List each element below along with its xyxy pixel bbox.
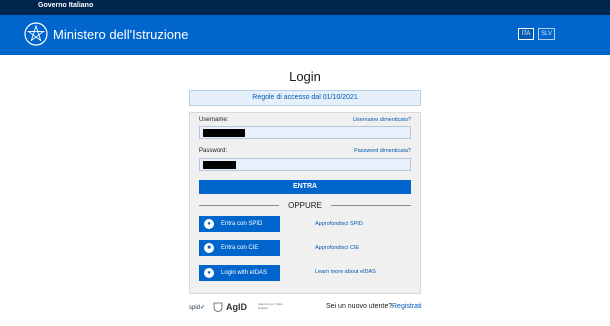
- language-ita-button[interactable]: ITA: [518, 28, 534, 40]
- oppure-label: OPPURE: [284, 201, 326, 210]
- eidas-icon: ●: [204, 268, 214, 278]
- oppure-separator: OPPURE: [0, 201, 610, 210]
- spid-button-label: Entra con SPID: [221, 221, 263, 227]
- password-redacted-value: [203, 161, 236, 169]
- spid-logo-text: spid: [189, 305, 201, 311]
- site-header: Ministero dell'Istruzione ITA SLV: [0, 15, 610, 55]
- agid-subtitle: Agenzia per l'Italia Digitale: [258, 302, 283, 310]
- agid-shield-icon: [213, 302, 223, 312]
- cie-info-link[interactable]: Approfondisci CIE: [315, 245, 359, 251]
- page-title: Login: [289, 69, 321, 84]
- spid-user-icon: ●: [204, 219, 214, 229]
- password-forgot-link[interactable]: Password dimenticata?: [311, 148, 411, 154]
- password-input[interactable]: [199, 158, 411, 171]
- spid-info-link[interactable]: Approfondisci SPID: [315, 221, 363, 227]
- eidas-info-link[interactable]: Learn more about eIDAS: [315, 269, 376, 275]
- cie-button-label: Entra con CIE: [221, 245, 259, 251]
- new-user-text: Sei un nuovo utente?: [326, 303, 393, 310]
- login-submit-button[interactable]: ENTRA: [199, 180, 411, 194]
- ministry-title[interactable]: Ministero dell'Istruzione: [53, 27, 188, 42]
- cie-login-button[interactable]: ■ Entra con CIE: [199, 240, 280, 256]
- language-slv-button[interactable]: SLV: [538, 28, 555, 40]
- eidas-button-label: Login with eIDAS: [221, 270, 268, 276]
- register-link[interactable]: Registrati: [392, 303, 422, 310]
- italian-republic-emblem-icon: [24, 22, 48, 46]
- username-redacted-value: [203, 129, 245, 137]
- spid-login-button[interactable]: ● Entra con SPID: [199, 216, 280, 232]
- agid-logo: AgID: [226, 302, 247, 312]
- government-label[interactable]: Governo Italiano: [38, 2, 93, 9]
- access-rules-link[interactable]: Regole di accesso dal 01/10/2021: [189, 90, 421, 106]
- username-input[interactable]: [199, 126, 411, 139]
- cie-id-card-icon: ■: [204, 243, 214, 253]
- password-label: Password:: [199, 148, 228, 154]
- government-top-bar: Governo Italiano: [0, 0, 610, 15]
- spid-logo: spid✓: [189, 305, 206, 311]
- eidas-login-button[interactable]: ● Login with eIDAS: [199, 265, 280, 281]
- username-label: Username:: [199, 117, 229, 123]
- username-forgot-link[interactable]: Username dimenticato?: [311, 117, 411, 123]
